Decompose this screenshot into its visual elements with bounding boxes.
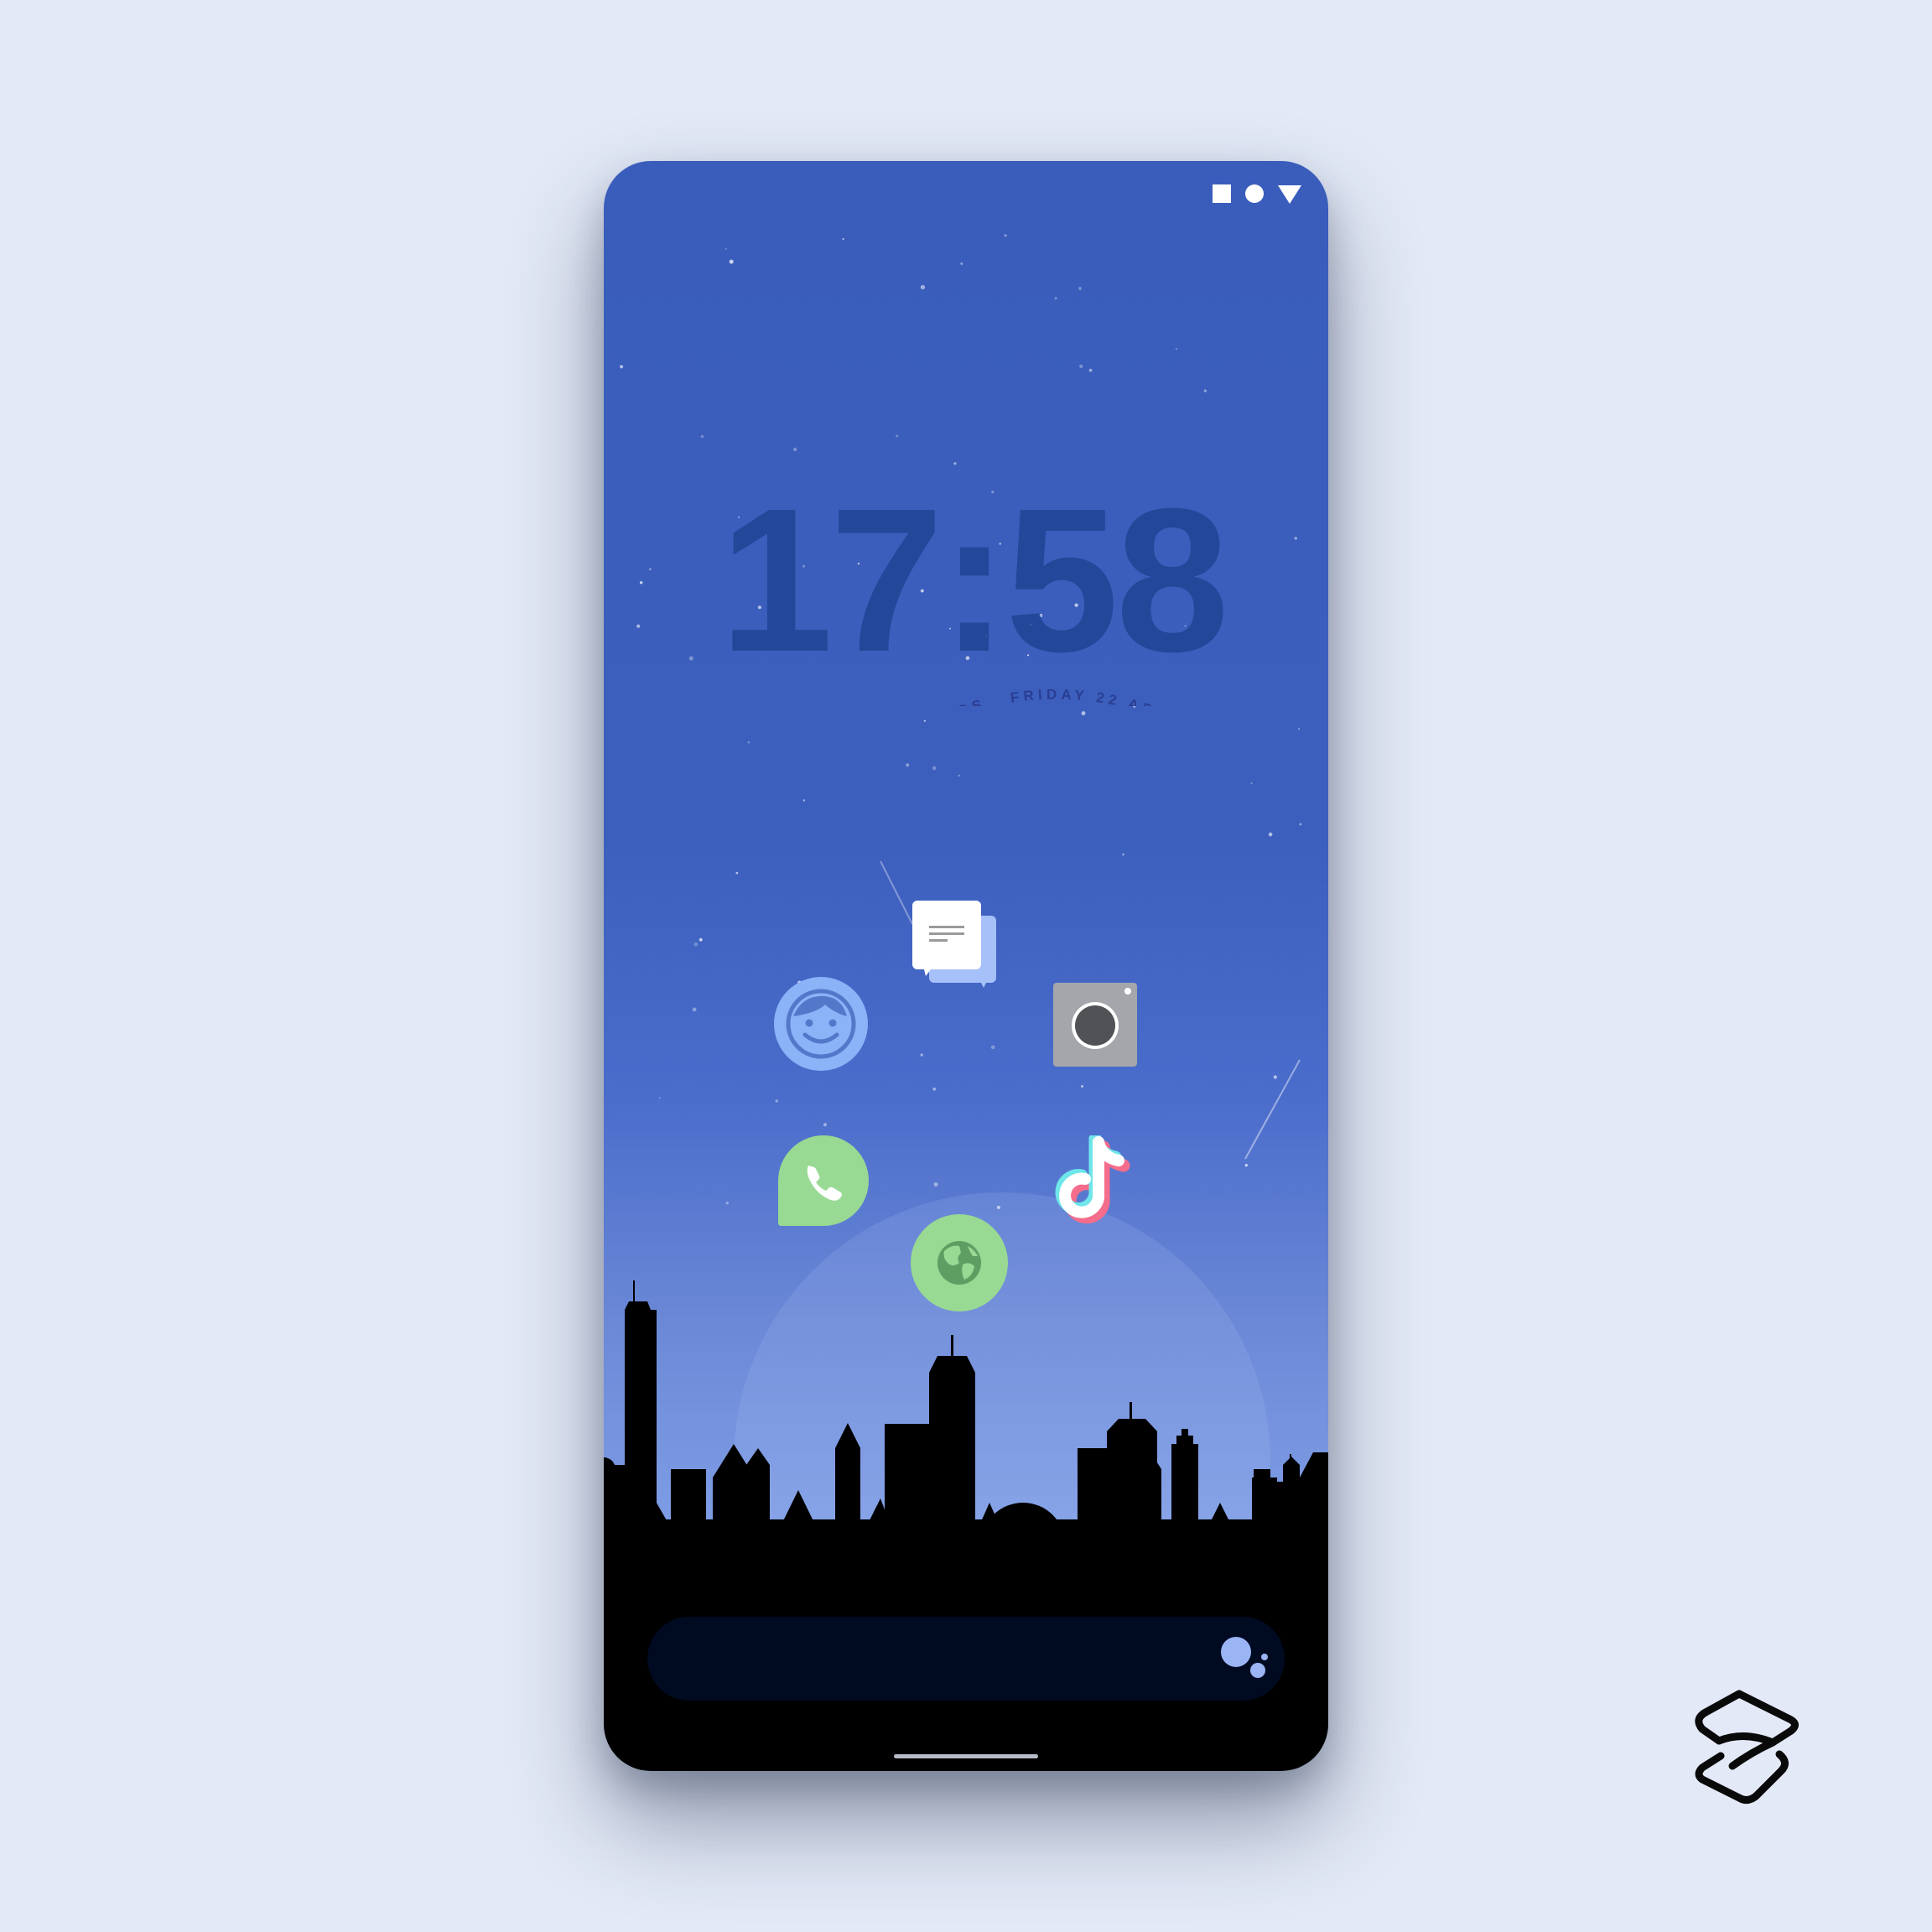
- messages-icon: [912, 901, 996, 988]
- phone-screen: 17:58 BROKEN CLOUDS FRIDAY 22 APR 2022: [604, 161, 1328, 1771]
- home-indicator[interactable]: [894, 1754, 1038, 1758]
- assistant-icon[interactable]: [1219, 1633, 1270, 1684]
- camera-icon: [1053, 983, 1137, 1067]
- smiley-face-icon: [774, 977, 868, 1071]
- phone-icon: [778, 1135, 869, 1226]
- app-tiktok[interactable]: [1053, 1132, 1140, 1233]
- app-browser[interactable]: [911, 1214, 1008, 1311]
- app-contacts[interactable]: [773, 976, 869, 1072]
- music-note-icon: [1055, 1132, 1130, 1224]
- app-camera[interactable]: [1053, 983, 1137, 1067]
- brand-logo-icon: [1695, 1690, 1799, 1805]
- app-messages[interactable]: [912, 901, 1005, 995]
- search-bar[interactable]: [647, 1617, 1285, 1701]
- app-phone[interactable]: [778, 1135, 869, 1226]
- globe-icon: [911, 1214, 1008, 1311]
